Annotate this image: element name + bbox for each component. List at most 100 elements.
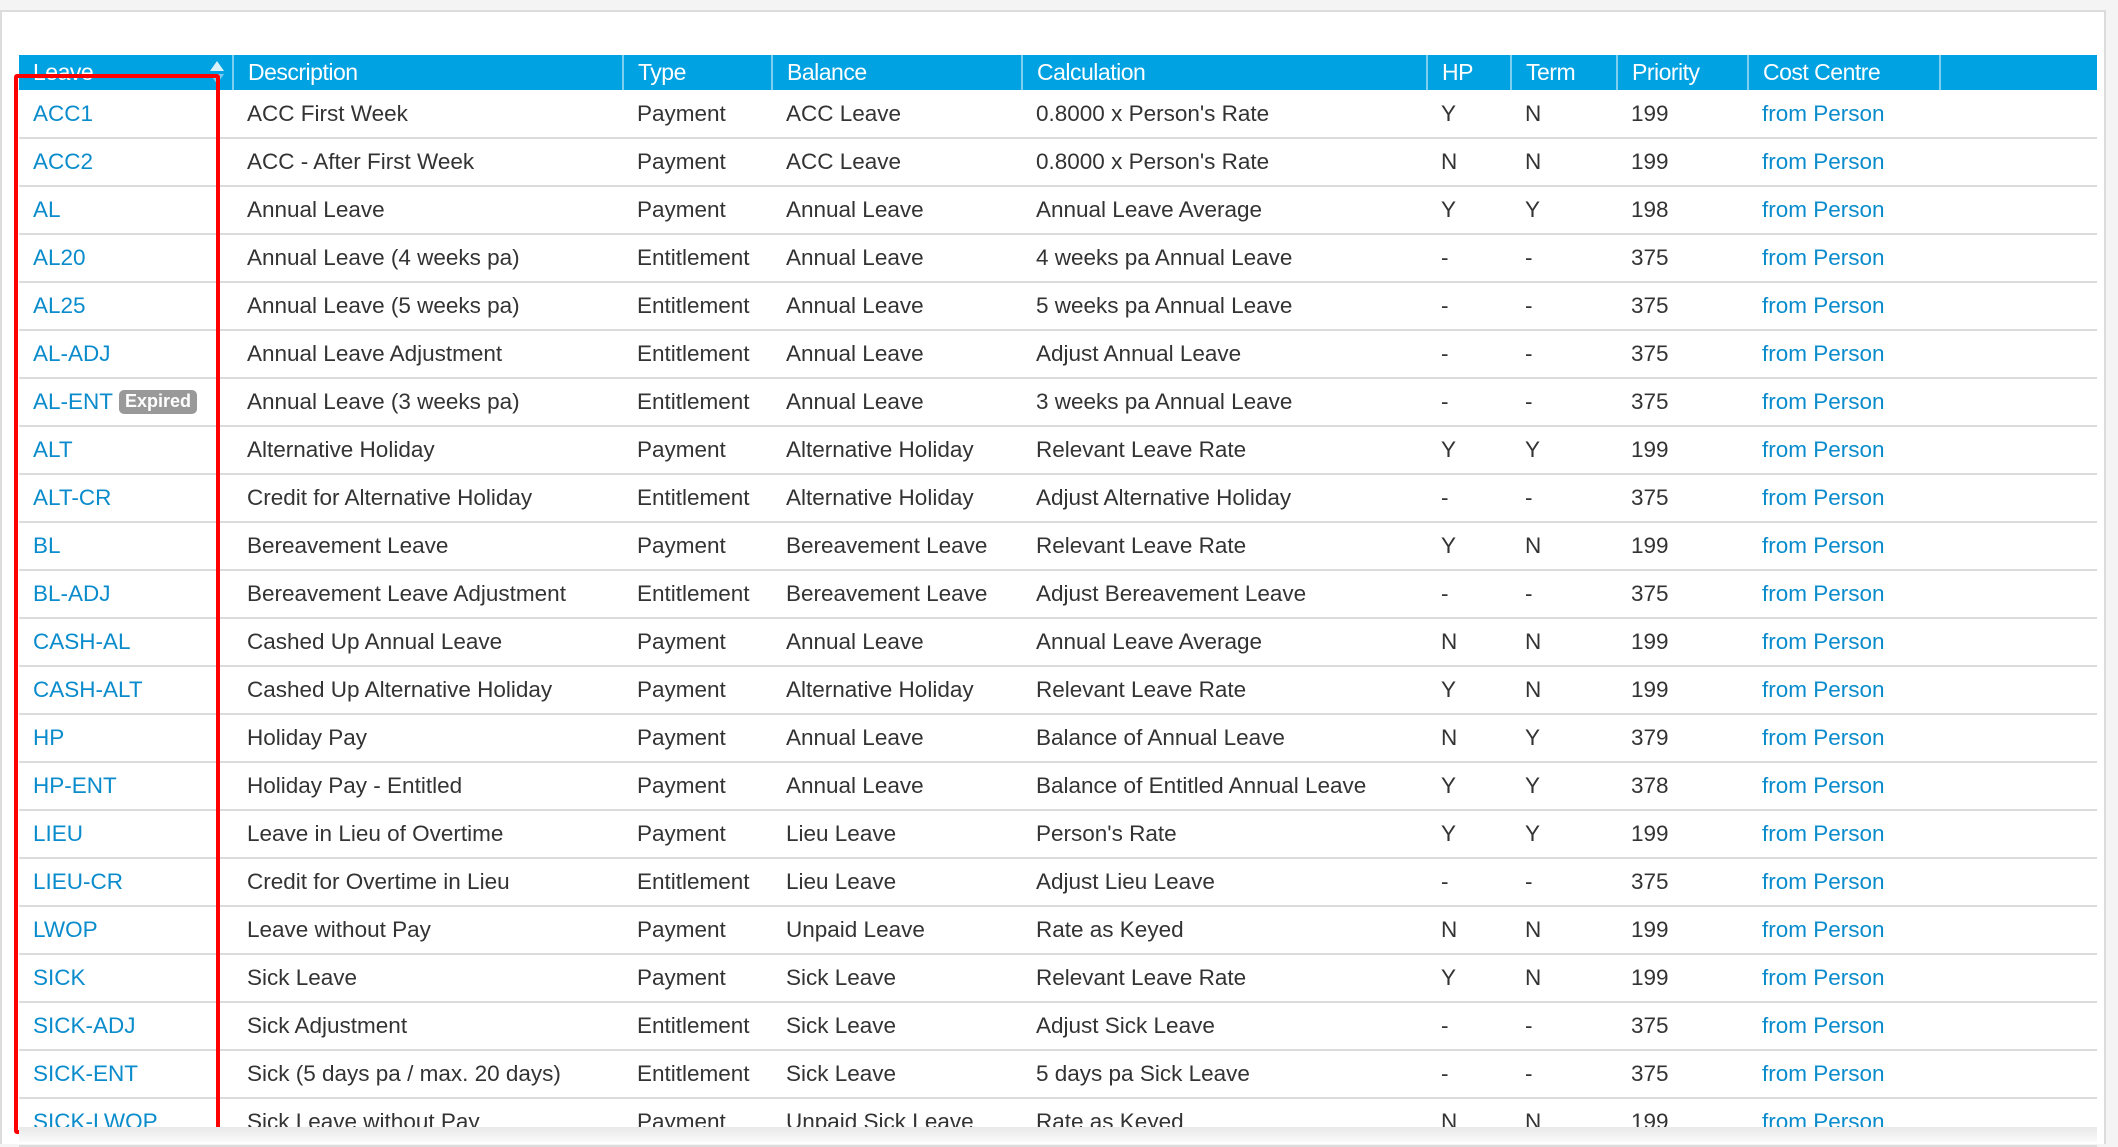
table-row[interactable]: AL-ENT Expired Annual Leave (3 weeks pa) En… xyxy=(19,378,2097,426)
column-header-leave[interactable]: Leave xyxy=(19,55,234,90)
leave-code-link[interactable]: BL-ADJ xyxy=(33,581,111,606)
term-cell: Y xyxy=(1525,821,1541,846)
type-cell: Payment xyxy=(637,437,726,462)
leave-code-link[interactable]: SICK-ENT xyxy=(33,1061,138,1086)
leave-code-link[interactable]: ALT xyxy=(33,437,73,462)
leave-code-link[interactable]: LIEU xyxy=(33,821,83,846)
table-row[interactable]: ACC2 ACC - After First Week Payment ACC Lea… xyxy=(19,138,2097,186)
cost-centre-link[interactable]: from Person xyxy=(1762,293,1885,318)
cost-centre-link[interactable]: from Person xyxy=(1762,965,1885,990)
table-row[interactable]: AL20 Annual Leave (4 weeks pa) Entitlement… xyxy=(19,234,2097,282)
table-row[interactable]: SICK-ENT Sick (5 days pa / max. 20 days) E… xyxy=(19,1050,2097,1098)
term-cell: N xyxy=(1525,917,1542,942)
cost-centre-link[interactable]: from Person xyxy=(1762,629,1885,654)
leave-cell: SICK-ENT xyxy=(19,1050,233,1098)
leave-code-link[interactable]: AL xyxy=(33,197,61,222)
cost-centre-link[interactable]: from Person xyxy=(1762,917,1885,942)
table-row[interactable]: AL25 Annual Leave (5 weeks pa) Entitlement… xyxy=(19,282,2097,330)
table-row[interactable]: ACC1 ACC First Week Payment ACC Leave 0.8000… xyxy=(19,90,2097,138)
cost-centre-link[interactable]: from Person xyxy=(1762,581,1885,606)
table-row[interactable]: HP Holiday Pay Payment Annual Leave Balance … xyxy=(19,714,2097,762)
actions-cell xyxy=(1940,666,2097,714)
cost-centre-link[interactable]: from Person xyxy=(1762,773,1885,798)
column-header-cost-centre[interactable]: Cost Centre xyxy=(1748,55,1941,90)
hp-cell: N xyxy=(1441,917,1458,942)
table-row[interactable]: ALT-CR Credit for Alternative Holiday Enti… xyxy=(19,474,2097,522)
table-row[interactable]: AL Annual Leave Payment Annual Leave Annual … xyxy=(19,186,2097,234)
leave-code-link[interactable]: AL20 xyxy=(33,245,86,270)
column-header-type[interactable]: Type xyxy=(623,55,773,90)
table-row[interactable]: SICK Sick Leave Payment Sick Leave Relevant … xyxy=(19,954,2097,1002)
column-header-priority[interactable]: Priority xyxy=(1617,55,1749,90)
column-header-calculation[interactable]: Calculation xyxy=(1022,55,1428,90)
cost-centre-link[interactable]: from Person xyxy=(1762,437,1885,462)
leave-code-link[interactable]: ACC2 xyxy=(33,149,93,174)
balance-cell: Annual Leave xyxy=(786,389,924,414)
cost-centre-link[interactable]: from Person xyxy=(1762,1013,1885,1038)
table-row[interactable]: LIEU Leave in Lieu of Overtime Payment Lieu… xyxy=(19,810,2097,858)
hp-cell: N xyxy=(1441,149,1458,174)
type-cell: Payment xyxy=(637,677,726,702)
column-header-hp[interactable]: HP xyxy=(1427,55,1512,90)
leave-code-link[interactable]: LIEU-CR xyxy=(33,869,123,894)
sort-icon[interactable] xyxy=(210,61,224,85)
cost-centre-link[interactable]: from Person xyxy=(1762,149,1885,174)
description-cell: Sick Leave xyxy=(247,965,358,990)
type-cell: Payment xyxy=(637,917,726,942)
type-cell: Payment xyxy=(637,965,726,990)
cost-centre-link[interactable]: from Person xyxy=(1762,485,1885,510)
leave-code-link[interactable]: CASH-AL xyxy=(33,629,131,654)
cost-centre-link[interactable]: from Person xyxy=(1762,821,1885,846)
actions-cell xyxy=(1940,234,2097,282)
cost-centre-link[interactable]: from Person xyxy=(1762,245,1885,270)
cost-centre-link[interactable]: from Person xyxy=(1762,101,1885,126)
leave-code-link[interactable]: AL-ENT xyxy=(33,389,113,414)
table-row[interactable]: BL-ADJ Bereavement Leave Adjustment Entitl… xyxy=(19,570,2097,618)
leave-cell: HP-ENT xyxy=(19,762,233,810)
column-header-term[interactable]: Term xyxy=(1511,55,1618,90)
leave-code-link[interactable]: LWOP xyxy=(33,917,98,942)
type-cell: Entitlement xyxy=(637,389,750,414)
column-header-description[interactable]: Description xyxy=(233,55,624,90)
table-row[interactable]: LWOP Leave without Pay Payment Unpaid Leave… xyxy=(19,906,2097,954)
table-row[interactable]: CASH-ALT Cashed Up Alternative Holiday Pay… xyxy=(19,666,2097,714)
table-row[interactable]: BL Bereavement Leave Payment Bereavement Le… xyxy=(19,522,2097,570)
table-row[interactable]: ALT Alternative Holiday Payment Alternative… xyxy=(19,426,2097,474)
expired-badge: Expired xyxy=(119,390,198,414)
leave-code-link[interactable]: AL25 xyxy=(33,293,86,318)
leave-code-link[interactable]: SICK-ADJ xyxy=(33,1013,136,1038)
priority-cell: 375 xyxy=(1631,293,1669,318)
table-row[interactable]: HP-ENT Holiday Pay - Entitled Payment Annua… xyxy=(19,762,2097,810)
leave-code-link[interactable]: ALT-CR xyxy=(33,485,111,510)
table-row[interactable]: AL-ADJ Annual Leave Adjustment Entitlement… xyxy=(19,330,2097,378)
term-cell: - xyxy=(1525,869,1533,894)
cost-centre-link[interactable]: from Person xyxy=(1762,389,1885,414)
term-cell: Y xyxy=(1525,437,1541,462)
cost-centre-link[interactable]: from Person xyxy=(1762,533,1885,558)
leave-cell: AL-ADJ xyxy=(19,330,233,378)
cost-centre-link[interactable]: from Person xyxy=(1762,341,1885,366)
table-row[interactable]: SICK-ADJ Sick Adjustment Entitlement Sick L… xyxy=(19,1002,2097,1050)
column-header-balance[interactable]: Balance xyxy=(772,55,1023,90)
description-cell: ACC - After First Week xyxy=(247,149,475,174)
table-row[interactable]: LIEU-CR Credit for Overtime in Lieu Entitl… xyxy=(19,858,2097,906)
cost-centre-link[interactable]: from Person xyxy=(1762,869,1885,894)
cost-centre-link[interactable]: from Person xyxy=(1762,1061,1885,1086)
table-row[interactable]: CASH-AL Cashed Up Annual Leave Payment Annu… xyxy=(19,618,2097,666)
leave-cell: BL xyxy=(19,522,233,570)
term-cell: N xyxy=(1525,629,1542,654)
leave-code-link[interactable]: HP xyxy=(33,725,64,750)
leave-code-link[interactable]: BL xyxy=(33,533,61,558)
cost-centre-link[interactable]: from Person xyxy=(1762,677,1885,702)
cost-centre-link[interactable]: from Person xyxy=(1762,725,1885,750)
calculation-cell: Adjust Alternative Holiday xyxy=(1036,485,1292,510)
leave-code-link[interactable]: ACC1 xyxy=(33,101,93,126)
priority-cell: 375 xyxy=(1631,389,1669,414)
actions-cell xyxy=(1940,954,2097,1002)
leave-code-link[interactable]: HP-ENT xyxy=(33,773,117,798)
cost-centre-link[interactable]: from Person xyxy=(1762,197,1885,222)
type-cell: Entitlement xyxy=(637,245,750,270)
leave-code-link[interactable]: AL-ADJ xyxy=(33,341,111,366)
leave-code-link[interactable]: SICK xyxy=(33,965,86,990)
leave-code-link[interactable]: CASH-ALT xyxy=(33,677,143,702)
